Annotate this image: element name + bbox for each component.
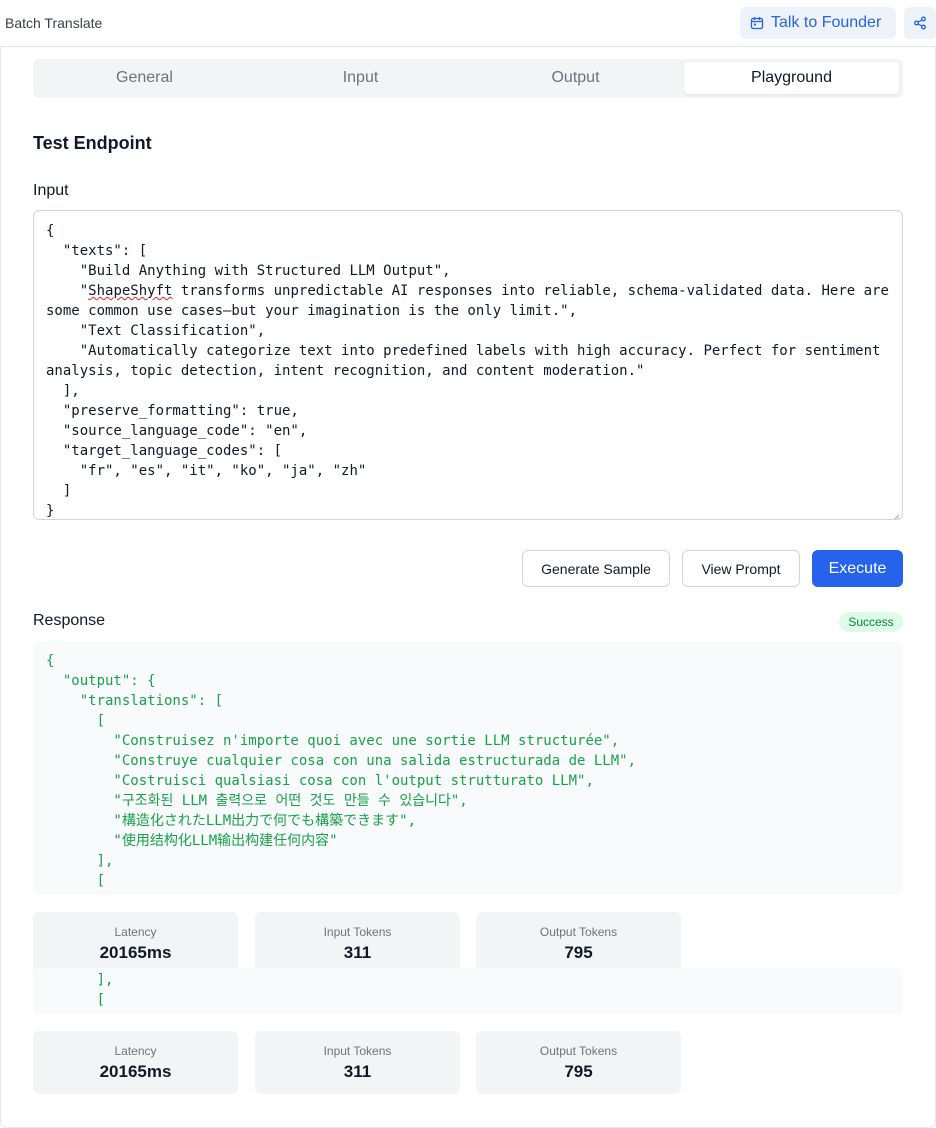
status-badge: Success [839, 612, 903, 632]
output-tokens-card: Output Tokens 795 [476, 1031, 681, 1094]
output-tokens-label: Output Tokens [539, 925, 618, 939]
input-tokens-card: Input Tokens 311 [255, 1031, 460, 1094]
input-tokens-card: Input Tokens 311 [255, 912, 460, 975]
tab-playground[interactable]: Playground [684, 62, 899, 94]
share-icon [913, 16, 927, 30]
output-tokens-value: 795 [564, 943, 593, 962]
tab-input[interactable]: Input [253, 62, 468, 94]
tab-general[interactable]: General [37, 62, 252, 94]
share-button[interactable] [904, 7, 936, 39]
input-tokens-value: 311 [343, 943, 372, 962]
section-title: Test Endpoint [33, 133, 152, 153]
response-json-fragment: ], [ [96, 972, 114, 1008]
input-tokens-label: Input Tokens [323, 925, 392, 939]
latency-card: Latency 20165ms [33, 912, 238, 975]
output-tokens-label: Output Tokens [539, 1044, 618, 1058]
latency-value: 20165ms [99, 943, 172, 962]
talk-to-founder-button[interactable]: Talk to Founder [740, 7, 896, 39]
response-output[interactable]: { "output": { "translations": [ [ "Const… [33, 641, 903, 895]
app-title: Batch Translate [5, 15, 103, 31]
input-tokens-value: 311 [343, 1062, 372, 1081]
input-text-end: transforms unpredictable AI responses in… [46, 283, 889, 519]
resize-handle-icon[interactable] [892, 509, 900, 519]
calendar-icon [750, 16, 764, 30]
misspelled-word: ShapeShyft [88, 283, 173, 299]
tab-output[interactable]: Output [468, 62, 683, 94]
output-tokens-card: Output Tokens 795 [476, 912, 681, 975]
response-label: Response [33, 612, 106, 629]
latency-label: Latency [114, 925, 157, 939]
latency-value: 20165ms [99, 1062, 172, 1081]
generate-sample-button[interactable]: Generate Sample [522, 550, 670, 587]
output-tokens-value: 795 [564, 1062, 593, 1081]
response-output-fragment: ], [ [33, 968, 903, 1014]
talk-to-founder-label: Talk to Founder [771, 14, 882, 31]
input-tokens-label: Input Tokens [323, 1044, 392, 1058]
input-textarea[interactable]: { "texts": [ "Build Anything with Struct… [33, 210, 903, 520]
tab-bar: General Input Output Playground [33, 59, 903, 98]
execute-button[interactable]: Execute [812, 550, 903, 587]
latency-label: Latency [114, 1044, 157, 1058]
view-prompt-button[interactable]: View Prompt [682, 550, 800, 587]
top-bar: Batch Translate Talk to Founder [0, 0, 936, 47]
input-label: Input [33, 182, 69, 199]
latency-card: Latency 20165ms [33, 1031, 238, 1094]
response-json: { "output": { "translations": [ [ "Const… [46, 653, 637, 889]
